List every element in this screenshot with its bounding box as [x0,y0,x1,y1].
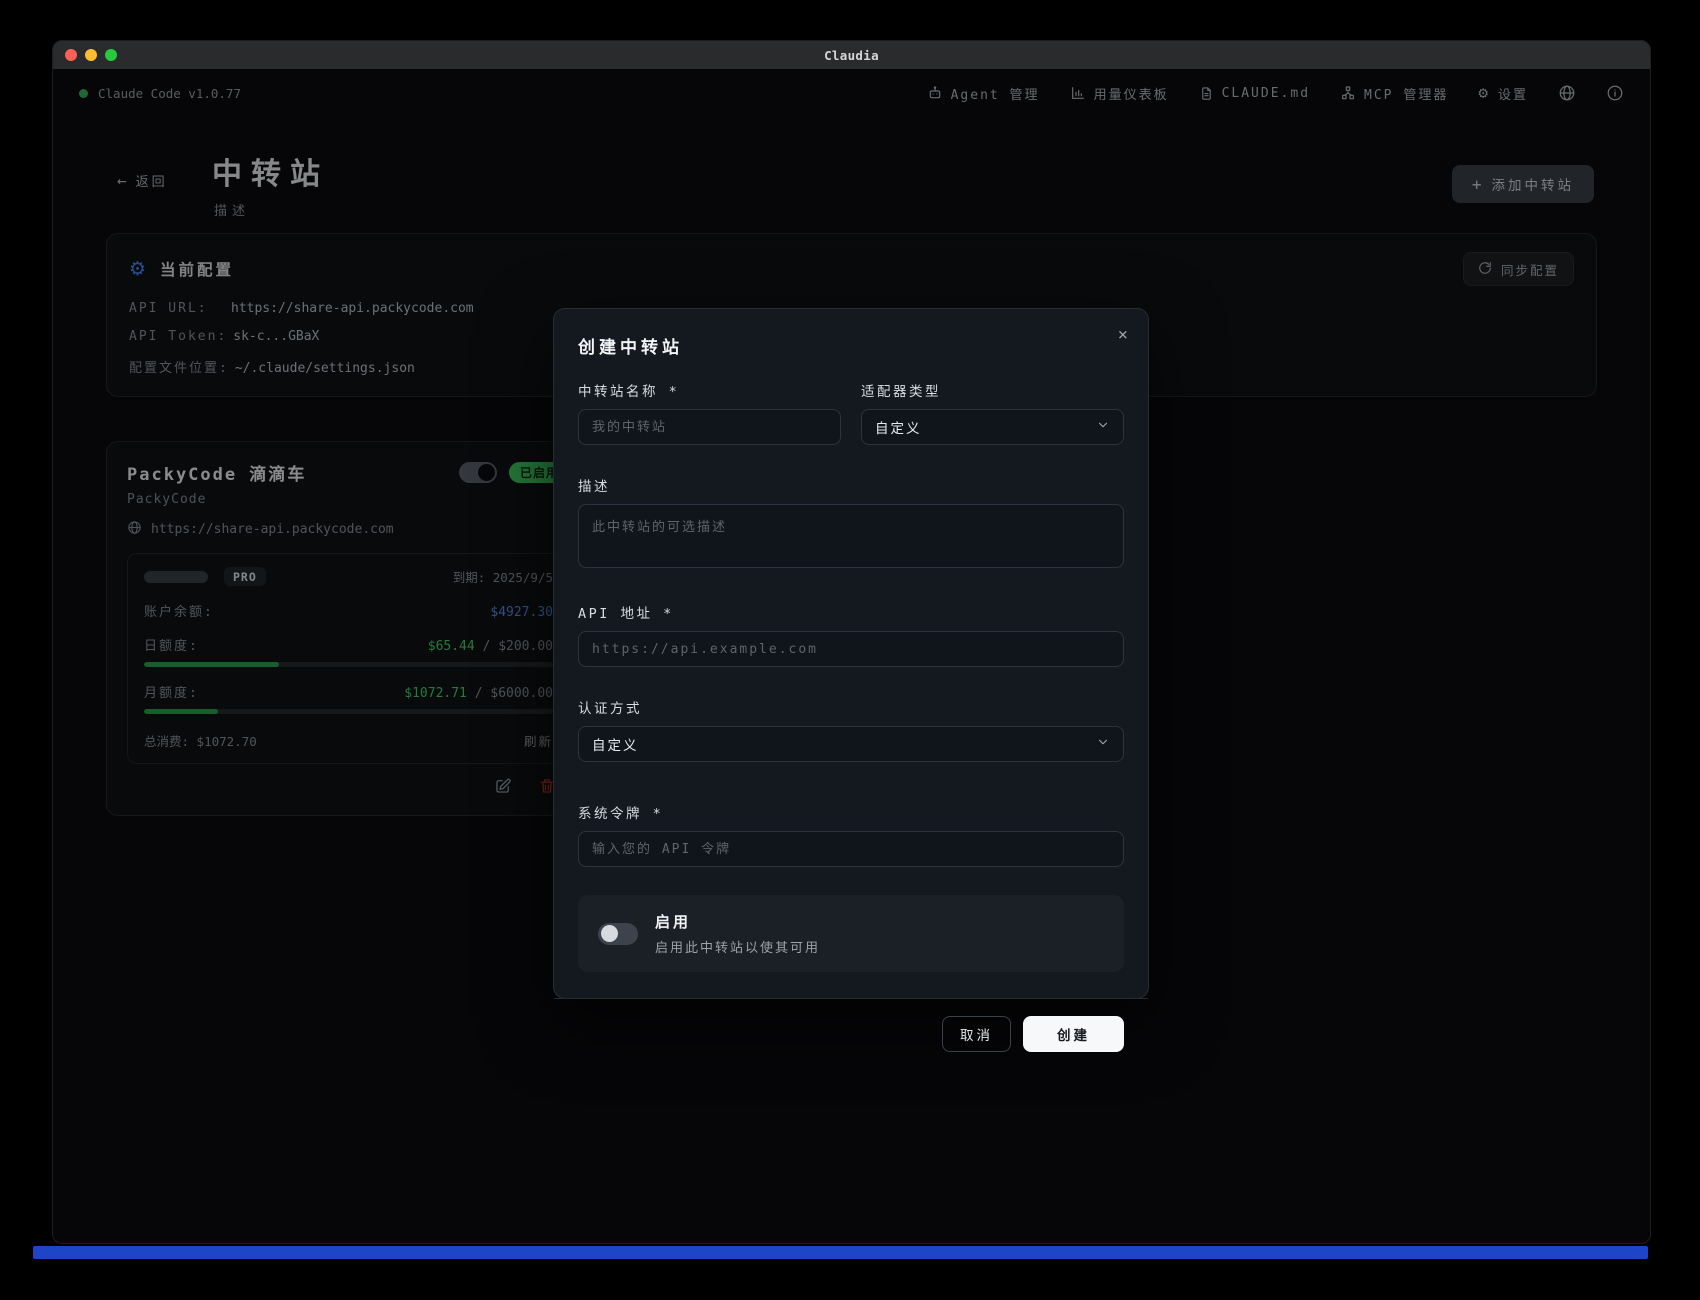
description-textarea[interactable] [578,504,1124,568]
enable-description: 启用此中转站以使其可用 [655,941,821,956]
name-field-group: 中转站名称 * [578,380,841,445]
name-adapter-row: 中转站名称 * 适配器类型 自定义 [578,380,1124,445]
token-label: 系统令牌 * [578,806,664,822]
desktop: Claudia Claude Code v1.0.77 Agent 管理 用量仪… [0,0,1700,1300]
api-url-field-group: API 地址 * [578,602,1124,667]
modal-title: 创建中转站 [578,338,683,358]
enable-toggle-card: 启用 启用此中转站以使其可用 [578,895,1124,972]
api-url-input[interactable] [578,631,1124,667]
auth-field-group: 认证方式 自定义 [578,697,1124,762]
chevron-down-icon [1096,418,1110,436]
traffic-lights [65,49,117,61]
toggle-knob [601,925,618,942]
description-field-group: 描述 [578,475,1124,572]
enable-toggle[interactable] [598,922,638,945]
system-token-input[interactable] [578,831,1124,867]
zoom-window-button[interactable] [105,49,117,61]
create-button[interactable]: 创建 [1023,1016,1124,1052]
auth-method-select[interactable]: 自定义 [578,726,1124,762]
titlebar: Claudia [53,41,1650,69]
dock-accent-bar [33,1246,1648,1259]
footer-divider [554,998,1148,999]
adapter-type-select[interactable]: 自定义 [861,409,1124,445]
adapter-label: 适配器类型 [861,384,941,400]
chevron-down-icon [1096,735,1110,753]
adapter-field-group: 适配器类型 自定义 [861,380,1124,445]
relay-name-input[interactable] [578,409,841,445]
modal-footer: 取消 创建 [578,1016,1124,1052]
description-label: 描述 [578,479,610,495]
app-window: Claudia Claude Code v1.0.77 Agent 管理 用量仪… [52,40,1651,1244]
auth-method-label: 认证方式 [578,701,642,717]
enable-text-block: 启用 启用此中转站以使其可用 [655,911,820,956]
auth-selected-value: 自定义 [592,738,639,754]
minimize-window-button[interactable] [85,49,97,61]
window-title: Claudia [824,47,879,63]
create-relay-modal: × 创建中转站 中转站名称 * 适配器类型 自定义 [553,308,1149,1052]
adapter-selected-value: 自定义 [875,421,922,437]
close-window-button[interactable] [65,49,77,61]
close-icon[interactable]: × [1118,327,1128,344]
token-field-group: 系统令牌 * [578,802,1124,867]
enable-title: 启用 [655,913,692,931]
cancel-button[interactable]: 取消 [942,1016,1011,1052]
name-label: 中转站名称 * [578,384,680,400]
api-url-label: API 地址 * [578,606,674,622]
